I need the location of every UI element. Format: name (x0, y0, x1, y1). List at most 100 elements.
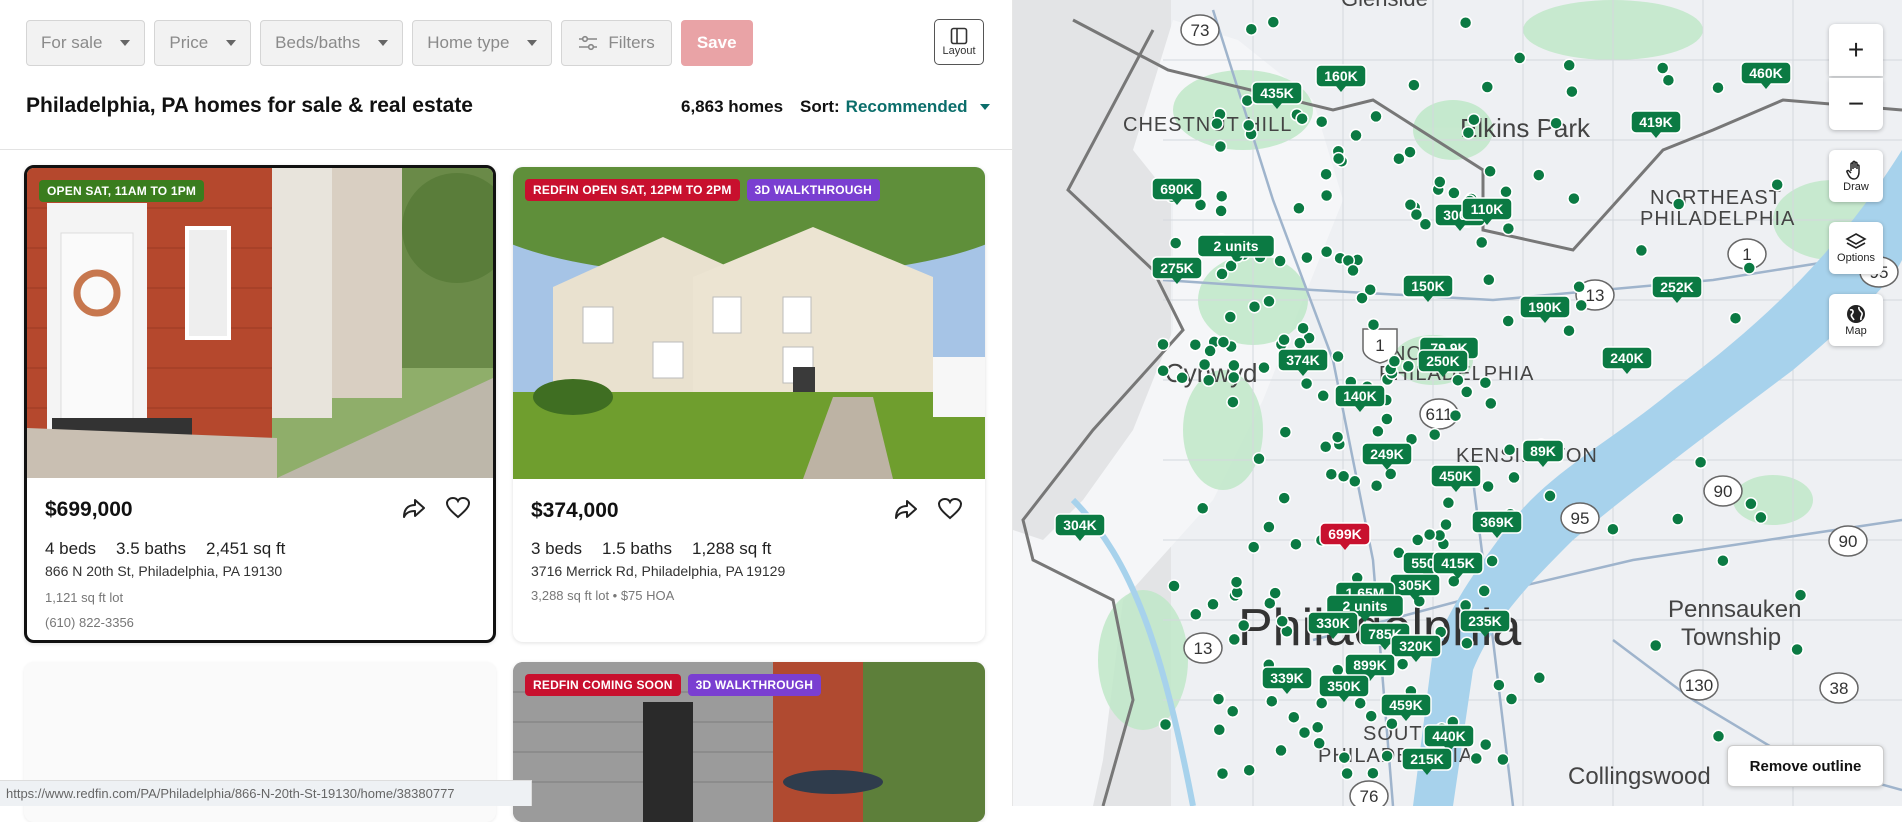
listing-dot[interactable] (1671, 197, 1686, 211)
listing-dot[interactable] (1671, 512, 1685, 526)
listing-dot[interactable] (1229, 575, 1244, 589)
listing-dot[interactable] (1319, 167, 1333, 181)
listing-dot[interactable] (1274, 743, 1288, 758)
listing-dot[interactable] (1295, 111, 1309, 126)
listing-dot[interactable] (1770, 177, 1784, 192)
listing-dot[interactable] (1474, 235, 1489, 250)
draw-button[interactable]: Draw (1829, 150, 1883, 202)
listing-dot[interactable] (1483, 164, 1497, 179)
listing-dot[interactable] (1481, 479, 1495, 494)
listing-dot[interactable] (1293, 336, 1307, 350)
listing-dot[interactable] (1257, 360, 1271, 375)
listing-dot[interactable] (1447, 186, 1461, 200)
listing-dot[interactable] (1314, 696, 1329, 710)
listing-dot[interactable] (1492, 678, 1506, 692)
listing-dot[interactable] (1461, 125, 1476, 140)
listing-dot[interactable] (1507, 470, 1521, 485)
listing-dot[interactable] (1212, 723, 1227, 737)
sort-dropdown[interactable]: Sort: Recommended (800, 97, 990, 117)
listing-dot[interactable] (1319, 188, 1334, 203)
listing-dot[interactable] (1244, 22, 1259, 36)
listing-dot[interactable] (1366, 766, 1380, 780)
listing-dot[interactable] (1346, 263, 1360, 278)
listing-dot[interactable] (1296, 321, 1310, 335)
listing-dot[interactable] (1711, 80, 1725, 95)
zoom-out-button[interactable]: − (1829, 78, 1883, 130)
listing-dot[interactable] (1501, 314, 1515, 328)
listing-dot[interactable] (1480, 80, 1495, 94)
listing-dot[interactable] (1340, 766, 1354, 781)
home-type-dropdown[interactable]: Home type (412, 20, 553, 66)
listing-dot[interactable] (1502, 443, 1517, 457)
layout-button[interactable]: Layout (934, 19, 984, 65)
share-icon[interactable] (401, 496, 427, 525)
listing-card[interactable]: OPEN SAT, 11AM TO 1PM $699,000 4 beds 3.… (24, 165, 496, 643)
listing-dot[interactable] (1299, 376, 1314, 391)
listing-dot[interactable] (1216, 335, 1231, 349)
listing-dot[interactable] (1433, 175, 1447, 189)
map-canvas[interactable]: CHESTNUT HILL Elkins Park NORTHEAST PHIL… (1013, 0, 1902, 806)
listing-dot[interactable] (1565, 84, 1579, 99)
listing-dot[interactable] (1409, 207, 1424, 222)
listing-dot[interactable] (1716, 553, 1730, 568)
listing-dot[interactable] (1175, 371, 1189, 385)
listing-dot[interactable] (1532, 168, 1546, 182)
listing-dot[interactable] (1742, 261, 1757, 275)
listing-dot[interactable] (1380, 749, 1394, 763)
listing-dot[interactable] (1371, 424, 1385, 439)
filters-button[interactable]: Filters (561, 20, 672, 66)
listing-dot[interactable] (1241, 118, 1256, 133)
listing-dot[interactable] (1451, 373, 1465, 387)
listing-card[interactable]: REDFIN COMING SOON 3D WALKTHROUGH (513, 662, 985, 822)
listing-dot[interactable] (1661, 73, 1676, 87)
listing-dot[interactable] (1188, 337, 1203, 352)
listing-dot[interactable] (1211, 692, 1226, 706)
listing-dot[interactable] (1427, 427, 1442, 442)
listing-dot[interactable] (1330, 430, 1345, 444)
listing-dot[interactable] (1225, 704, 1240, 719)
listing-photo[interactable]: OPEN SAT, 11AM TO 1PM (27, 168, 493, 478)
listing-dot[interactable] (1223, 310, 1238, 324)
listing-dot[interactable] (1401, 359, 1416, 373)
listing-dot[interactable] (1504, 692, 1519, 706)
listing-dot[interactable] (1728, 311, 1743, 325)
listing-dot[interactable] (1297, 725, 1312, 740)
share-icon[interactable] (893, 497, 919, 526)
listing-dot[interactable] (1252, 452, 1266, 466)
listing-dot[interactable] (1262, 294, 1276, 309)
listing-dot[interactable] (1195, 501, 1210, 516)
listing-dot[interactable] (1441, 496, 1456, 510)
listing-dot[interactable] (1383, 467, 1398, 481)
listing-dot[interactable] (1287, 710, 1301, 724)
listing-dot[interactable] (1226, 370, 1241, 385)
listing-dot[interactable] (1478, 375, 1493, 390)
listing-dot[interactable] (1226, 395, 1240, 409)
listing-dot[interactable] (1319, 245, 1334, 259)
listing-dot[interactable] (1210, 116, 1224, 131)
listing-dot[interactable] (1634, 243, 1649, 258)
listing-dot[interactable] (1206, 597, 1220, 612)
listing-dot[interactable] (1422, 527, 1437, 542)
listing-dot[interactable] (1369, 109, 1383, 124)
listing-dot[interactable] (1469, 751, 1484, 766)
listing-dot[interactable] (1418, 217, 1433, 232)
listing-dot[interactable] (1215, 766, 1230, 781)
listing-dot[interactable] (1156, 364, 1170, 378)
listing-dot[interactable] (1156, 337, 1170, 352)
favorite-heart-icon[interactable] (937, 497, 963, 526)
listing-dot[interactable] (1158, 717, 1173, 732)
listing-dot[interactable] (1567, 191, 1581, 206)
listing-dot[interactable] (1648, 638, 1663, 653)
listing-dot[interactable] (1268, 586, 1282, 600)
listing-dot[interactable] (1574, 298, 1588, 313)
beds-baths-dropdown[interactable]: Beds/baths (260, 20, 404, 66)
listing-dot[interactable] (1364, 709, 1378, 723)
save-search-button[interactable]: Save (680, 20, 753, 66)
listing-dot[interactable] (1532, 671, 1547, 685)
listing-card[interactable]: REDFIN OPEN SAT, 12PM TO 2PM 3D WALKTHRO… (513, 167, 985, 642)
listing-dot[interactable] (1265, 694, 1279, 708)
listing-dot[interactable] (1300, 250, 1314, 265)
listing-dot[interactable] (1348, 474, 1362, 489)
listing-dot[interactable] (1407, 78, 1421, 92)
listing-dot[interactable] (1403, 145, 1417, 159)
